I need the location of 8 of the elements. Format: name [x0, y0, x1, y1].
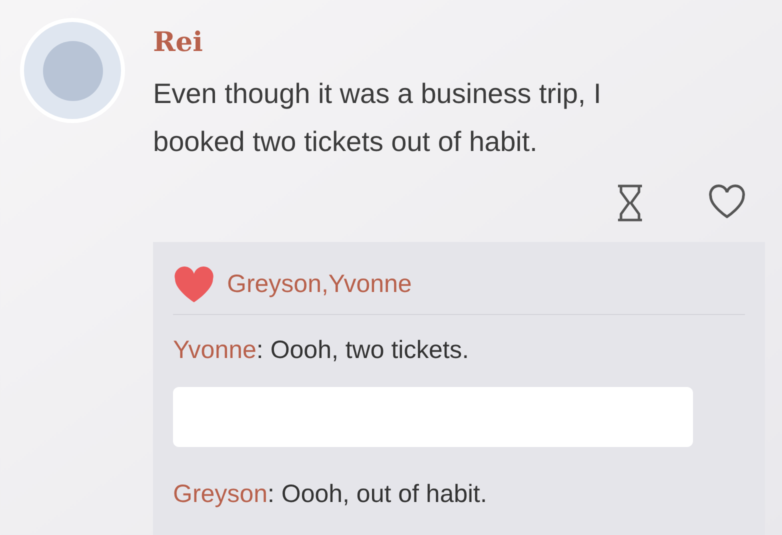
comment-text: Yvonne: Oooh, two tickets.	[173, 335, 470, 366]
author-name: Rei	[153, 26, 204, 60]
post-text: Even though it was a business trip, I booked two tickets out of habit.	[153, 77, 602, 159]
hourglass-icon[interactable]	[615, 184, 645, 222]
liked-by-names: Greyson,Yvonne	[227, 269, 412, 300]
comment-text: Greyson: Oooh, out of habit.	[173, 479, 488, 510]
heart-icon[interactable]	[707, 184, 747, 220]
heart-icon	[173, 266, 215, 304]
